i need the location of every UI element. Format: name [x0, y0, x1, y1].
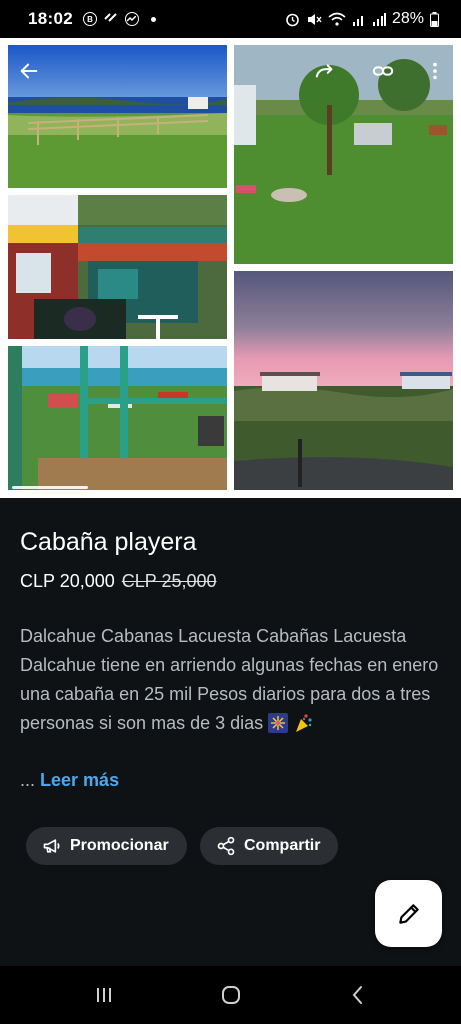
status-bar: 18:02 B 28%	[0, 0, 461, 38]
promote-label: Promocionar	[70, 837, 169, 854]
link-icon	[103, 9, 119, 29]
photo-gallery[interactable]	[0, 38, 461, 498]
home-button[interactable]	[201, 975, 261, 1015]
notification-dot	[150, 16, 156, 22]
link-icon	[372, 66, 394, 76]
back-arrow-icon	[20, 63, 38, 79]
signal-icon	[372, 13, 386, 26]
photo-sunset-houses[interactable]	[234, 271, 453, 490]
price-row: CLP 20,000 CLP 25,000	[20, 571, 217, 592]
share-forward-icon	[315, 64, 333, 78]
battery-icon	[430, 11, 439, 27]
fireworks-icon	[268, 713, 289, 733]
photo-store[interactable]	[8, 195, 227, 339]
recents-icon	[96, 988, 111, 1002]
alarm-icon	[286, 13, 299, 26]
wifi-icon	[328, 12, 346, 26]
status-time: 18:02	[28, 9, 73, 28]
read-more-ellipsis: ...	[20, 770, 36, 790]
chevron-left-icon	[352, 986, 362, 1004]
battery-percent: 28%	[391, 10, 424, 27]
megaphone-icon	[43, 839, 60, 853]
listing-description: Dalcahue Cabanas Lacuesta Cabañas Lacues…	[20, 622, 440, 738]
share-button[interactable]: Compartir	[200, 827, 339, 865]
read-more-row: ... Leer más	[20, 770, 119, 791]
gallery-scroll-indicator	[12, 486, 88, 489]
more-vertical-icon	[433, 62, 437, 80]
back-button[interactable]	[14, 58, 44, 84]
back-nav-button[interactable]	[328, 975, 388, 1015]
confetti-icon	[296, 714, 312, 732]
system-navigation-bar	[0, 966, 461, 1024]
listing-title: Cabaña playera	[20, 528, 197, 556]
photo-balcony-view[interactable]	[8, 346, 227, 490]
signal-icon	[352, 16, 363, 26]
description-text: Dalcahue Cabanas Lacuesta Cabañas Lacues…	[20, 626, 439, 733]
edit-fab-button[interactable]	[375, 880, 442, 947]
home-icon	[221, 986, 240, 1004]
more-options-button[interactable]	[420, 58, 450, 84]
forward-share-button[interactable]	[310, 58, 340, 84]
b-icon: B	[82, 12, 97, 26]
pencil-icon	[398, 903, 419, 924]
listing-price: CLP 20,000	[20, 571, 115, 591]
listing-old-price: CLP 25,000	[121, 571, 217, 591]
share-icon	[217, 836, 235, 856]
messenger-icon	[124, 12, 139, 26]
copy-link-button[interactable]	[368, 58, 398, 84]
listing-details: Cabaña playera CLP 20,000 CLP 25,000 Dal…	[0, 498, 461, 966]
read-more-link[interactable]: Leer más	[40, 770, 119, 790]
share-label: Compartir	[244, 837, 321, 854]
promote-button[interactable]: Promocionar	[26, 827, 187, 865]
mute-icon	[307, 13, 322, 25]
recent-apps-button[interactable]	[74, 975, 134, 1015]
